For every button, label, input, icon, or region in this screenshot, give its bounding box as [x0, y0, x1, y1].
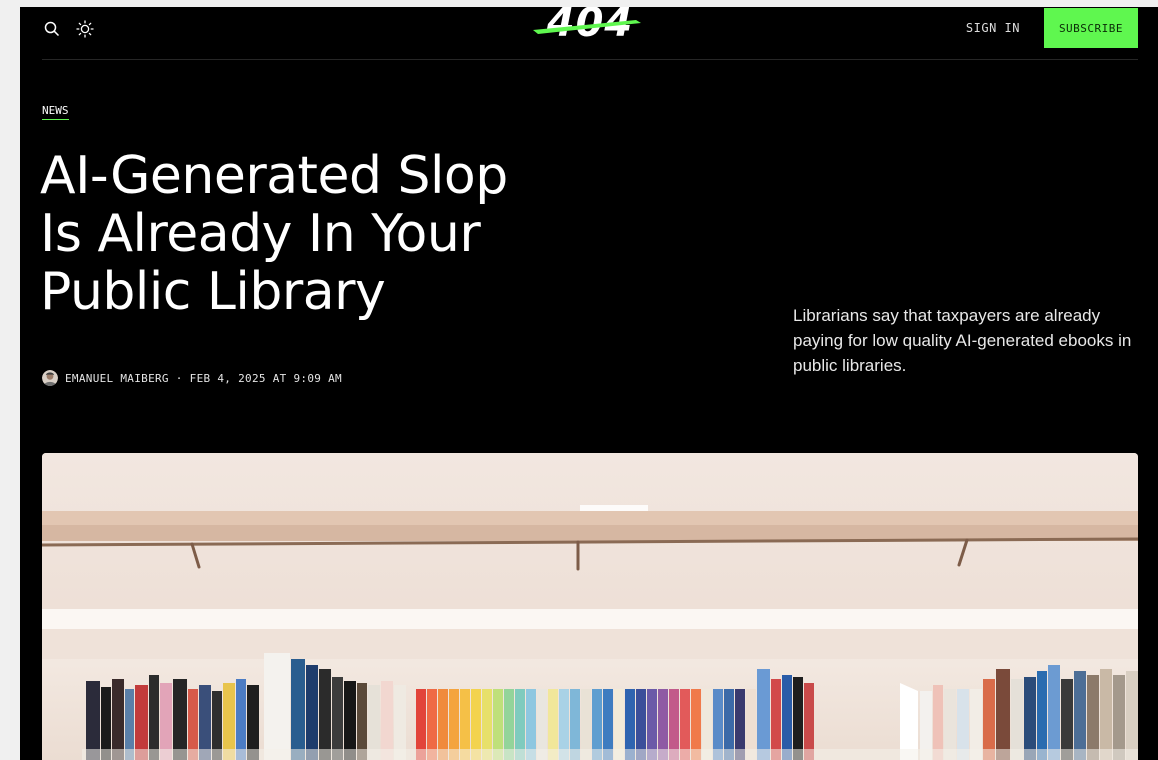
- author-name[interactable]: EMANUEL MAIBERG: [65, 372, 169, 385]
- logo-strike-mark: [533, 20, 641, 34]
- byline-separator: ·: [175, 371, 183, 385]
- article-title: AI-Generated Slop Is Already In Your Pub…: [40, 147, 680, 321]
- bookshelf-photo: [42, 453, 1138, 760]
- article-title-line-1: AI-Generated Slop: [40, 146, 508, 206]
- article-title-line-3: Public Library: [40, 262, 386, 322]
- subscribe-button[interactable]: SUBSCRIBE: [1044, 8, 1138, 48]
- site-logo[interactable]: 404: [530, 7, 650, 45]
- page: 404 SIGN IN SUBSCRIBE NEWS AI-Generated …: [20, 7, 1158, 760]
- top-navigation: 404 SIGN IN SUBSCRIBE: [42, 7, 1138, 60]
- search-icon[interactable]: [42, 19, 62, 39]
- hero-image: [42, 453, 1138, 760]
- author-avatar[interactable]: [42, 370, 58, 386]
- sun-icon[interactable]: [75, 19, 95, 39]
- category-tag[interactable]: NEWS: [42, 104, 69, 120]
- article-excerpt: Librarians say that taxpayers are alread…: [793, 306, 1132, 375]
- article-title-line-2: Is Already In Your: [40, 204, 481, 264]
- byline-text: EMANUEL MAIBERG · FEB 4, 2025 AT 9:09 AM: [65, 372, 342, 385]
- sign-in-link[interactable]: SIGN IN: [966, 21, 1020, 35]
- byline: EMANUEL MAIBERG · FEB 4, 2025 AT 9:09 AM: [42, 370, 342, 386]
- publish-date: FEB 4, 2025 AT 9:09 AM: [189, 371, 342, 385]
